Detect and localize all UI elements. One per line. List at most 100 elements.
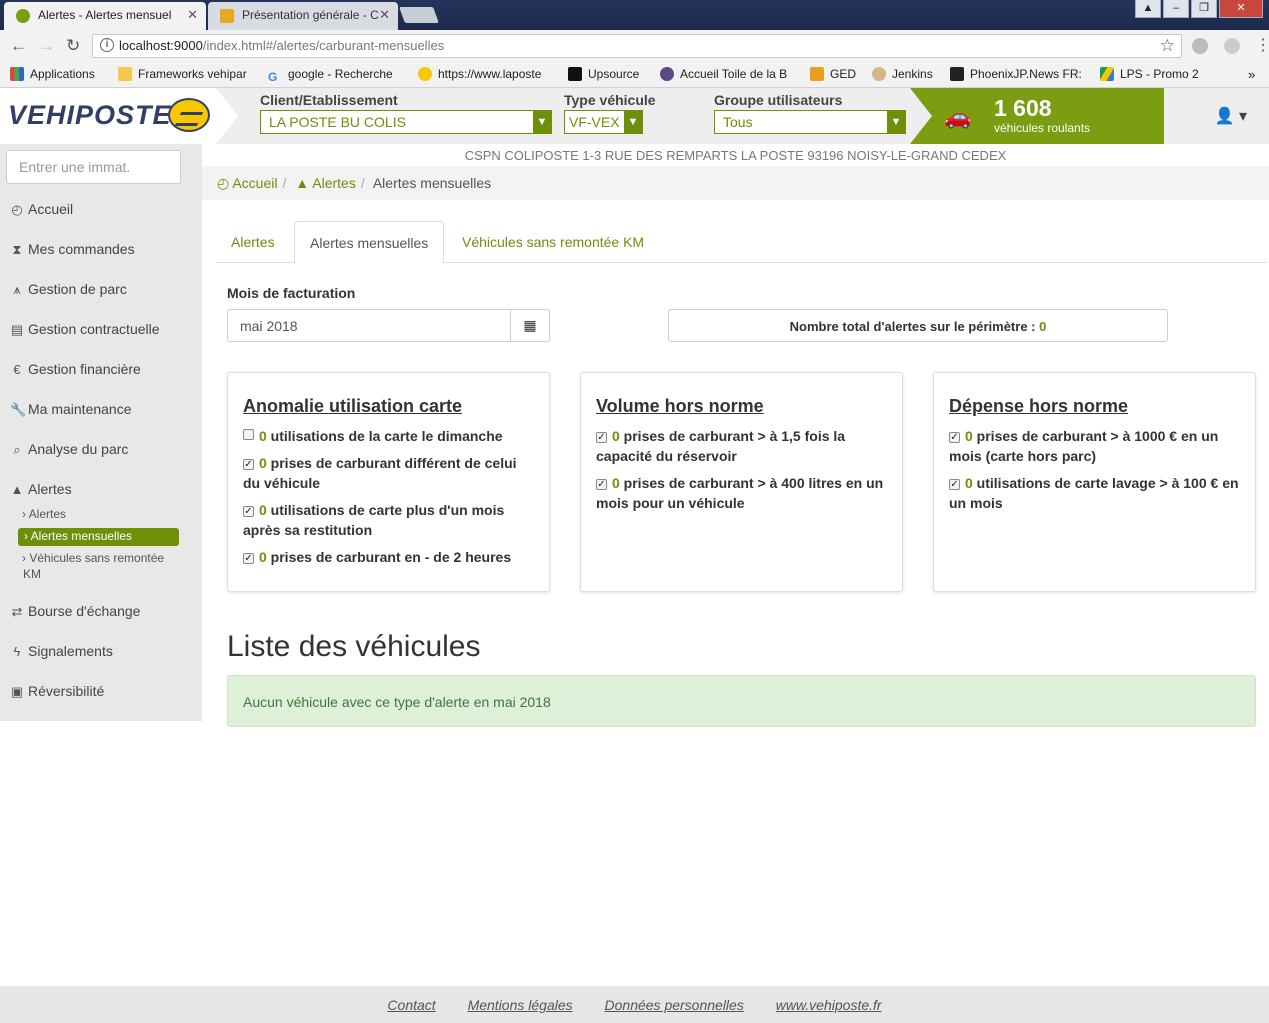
type-select[interactable]: VF-VEX ▼ — [564, 110, 643, 134]
sidebar-subitem-alertes-mensuelles[interactable]: › Alertes mensuelles — [18, 528, 179, 546]
car-icon: 🚗 — [944, 104, 972, 129]
sidebar-item-commandes[interactable]: ⧗ Mes commandes — [10, 241, 134, 258]
bookmark-ged[interactable]: GED — [810, 67, 856, 81]
toile-icon — [660, 67, 674, 81]
address-bar[interactable]: i localhost:9000/index.html#/alertes/car… — [92, 34, 1182, 58]
empty-alert: Aucun véhicule avec ce type d'alerte en … — [227, 675, 1256, 727]
checkbox[interactable]: ✓ — [949, 479, 960, 490]
phoenix-icon — [950, 67, 964, 81]
alert-row: 0 utilisations de la carte le dimanche — [243, 426, 535, 446]
sidebar-item-signalements[interactable]: ϟ Signalements — [10, 643, 113, 659]
groupe-select[interactable]: Tous ▼ — [714, 110, 906, 134]
logo[interactable]: VEHIPOSTE — [0, 88, 238, 144]
maximize-icon[interactable]: ❐ — [1191, 0, 1217, 18]
client-field: Client/Etablissement LA POSTE BU COLIS ▼ — [260, 92, 552, 134]
bookmark-google[interactable]: Ggoogle - Recherche — [268, 67, 402, 84]
card-depense: Dépense hors norme ✓ 0 prises de carburan… — [933, 372, 1256, 592]
sidebar-item-gestion-parc[interactable]: ⩚ Gestion de parc — [10, 281, 127, 298]
search-icon: ⌕ — [13, 442, 21, 457]
ged-icon — [810, 67, 824, 81]
sidebar-item-accueil[interactable]: ◴ Accueil — [10, 201, 73, 218]
road-icon: ⩚ — [13, 282, 21, 297]
bookmark-upsource[interactable]: Upsource — [568, 67, 639, 81]
alert-row: ✓ 0 utilisations de carte plus d'un mois … — [243, 502, 505, 538]
checkbox[interactable]: ✓ — [596, 479, 607, 490]
sidebar-item-maintenance[interactable]: 🔧 Ma maintenance — [10, 401, 132, 418]
wrench-icon: 🔧 — [10, 402, 27, 417]
user-menu-icon[interactable]: 👤 ▾ — [1215, 106, 1247, 126]
app-header: VEHIPOSTE Client/Etablissement LA POSTE … — [0, 88, 1269, 144]
footer-link-contact[interactable]: Contact — [387, 997, 435, 1013]
close-window-icon[interactable]: ✕ — [1219, 0, 1263, 18]
type-value: VF-VEX — [569, 114, 620, 130]
bookmark-frameworks[interactable]: Frameworks vehipar — [118, 67, 254, 81]
footer-link-donnees[interactable]: Données personnelles — [605, 997, 744, 1013]
checkbox[interactable]: ✓ — [243, 506, 254, 517]
sidebar-item-gestion-contractuelle[interactable]: ▤ Gestion contractuelle — [10, 321, 160, 338]
browser-tab-title: Présentation générale - C — [242, 8, 379, 22]
info-icon[interactable]: i — [100, 38, 114, 52]
footer-link-mentions[interactable]: Mentions légales — [468, 997, 573, 1013]
profile-icon[interactable]: ▲ — [1135, 0, 1161, 18]
new-tab-button[interactable] — [399, 7, 439, 23]
sidebar-item-gestion-financiere[interactable]: € Gestion financière — [10, 361, 140, 377]
sidebar-item-analyse[interactable]: ⌕ Analyse du parc — [10, 441, 128, 458]
mois-input[interactable]: mai 2018 — [227, 309, 511, 342]
tab-vehicules-sans-km[interactable]: Véhicules sans remontée KM — [447, 221, 659, 263]
apps-grid-icon — [10, 67, 24, 81]
tab-alertes-mensuelles[interactable]: Alertes mensuelles — [294, 221, 445, 264]
bookmark-applications[interactable]: Applications — [10, 67, 95, 81]
breadcrumb-home[interactable]: ◴ Accueil — [217, 175, 277, 191]
bookmark-jenkins[interactable]: Jenkins — [872, 67, 933, 81]
footer-link-site[interactable]: www.vehiposte.fr — [776, 997, 882, 1013]
checkbox[interactable]: ✓ — [949, 432, 960, 443]
sidebar-item-reversibilite[interactable]: ▣ Réversibilité — [10, 683, 104, 700]
checkbox[interactable]: ✓ — [243, 553, 254, 564]
alert-row: ✓ 0 prises de carburant > à 400 litres en… — [596, 475, 884, 511]
tab-alertes[interactable]: Alertes — [216, 221, 290, 263]
extension-icon[interactable] — [1224, 38, 1240, 54]
sidebar: Entrer une immat. ◴ Accueil ⧗ Mes commande… — [0, 144, 202, 721]
alert-row: ✓ 0 prises de carburant différent de celu… — [243, 455, 517, 491]
card-title: Dépense hors norme — [949, 396, 1129, 416]
browser-tab-active[interactable]: Alertes - Alertes mensuel ✕ — [4, 2, 206, 30]
checkbox[interactable]: ✓ — [596, 432, 607, 443]
immat-search-input[interactable]: Entrer une immat. — [6, 150, 181, 184]
bookmark-laposte[interactable]: https://www.laposte — [418, 67, 552, 81]
back-arrow-icon[interactable]: ← — [10, 36, 27, 56]
bookmark-toile[interactable]: Accueil Toile de la B — [660, 67, 794, 81]
more-bookmarks-icon[interactable]: » — [1248, 67, 1255, 82]
archive-icon: ▣ — [10, 684, 24, 699]
hourglass-icon: ⧗ — [12, 242, 22, 257]
bookmark-phoenix[interactable]: PhoenixJP.News FR: — [950, 67, 1084, 81]
logo-text: VEHIPOSTE — [8, 100, 172, 130]
alert-row: ✓ 0 utilisations de carte lavage > à 100 … — [949, 475, 1239, 511]
reload-icon[interactable]: ↻ — [66, 36, 80, 56]
angular-extension-icon[interactable] — [1192, 38, 1208, 54]
alert-row: ✓ 0 prises de carburant en - de 2 heures — [243, 549, 512, 565]
chevron-down-icon: ▼ — [887, 111, 905, 133]
calendar-icon[interactable]: ▦ — [510, 309, 550, 342]
alert-row: ✓ 0 prises de carburant > à 1,5 fois la c… — [596, 428, 846, 464]
sidebar-subitem-alertes[interactable]: › Alertes — [22, 506, 66, 522]
breadcrumb-alertes[interactable]: ▲ Alertes — [295, 175, 356, 191]
bookmark-star-icon[interactable]: ☆ — [1160, 36, 1175, 56]
forward-arrow-icon[interactable]: → — [38, 36, 55, 56]
mois-label: Mois de facturation — [227, 285, 356, 301]
minimize-icon[interactable]: – — [1163, 0, 1189, 18]
client-select[interactable]: LA POSTE BU COLIS ▼ — [260, 110, 552, 134]
checkbox[interactable]: ✓ — [243, 459, 254, 470]
breadcrumb-current: Alertes mensuelles — [372, 175, 492, 191]
sidebar-item-alertes[interactable]: ▲ Alertes — [10, 481, 72, 497]
checkbox[interactable] — [243, 429, 254, 440]
sidebar-subitem-vehicules-sans-km[interactable]: › Véhicules sans remontée KM — [22, 550, 164, 582]
sidebar-item-bourse[interactable]: ⇄ Bourse d'échange — [10, 603, 141, 620]
upsource-icon — [568, 67, 582, 81]
jenkins-icon — [872, 67, 886, 81]
close-tab-icon[interactable]: ✕ — [379, 7, 390, 23]
fleet-counter[interactable]: 🚗 1 608 véhicules roulants — [910, 88, 1164, 144]
browser-menu-icon[interactable]: ⋮ — [1255, 35, 1269, 54]
bookmark-lps[interactable]: LPS - Promo 2 — [1100, 67, 1199, 81]
close-tab-icon[interactable]: ✕ — [187, 7, 198, 23]
browser-tab-inactive[interactable]: Présentation générale - C ✕ — [208, 2, 398, 30]
